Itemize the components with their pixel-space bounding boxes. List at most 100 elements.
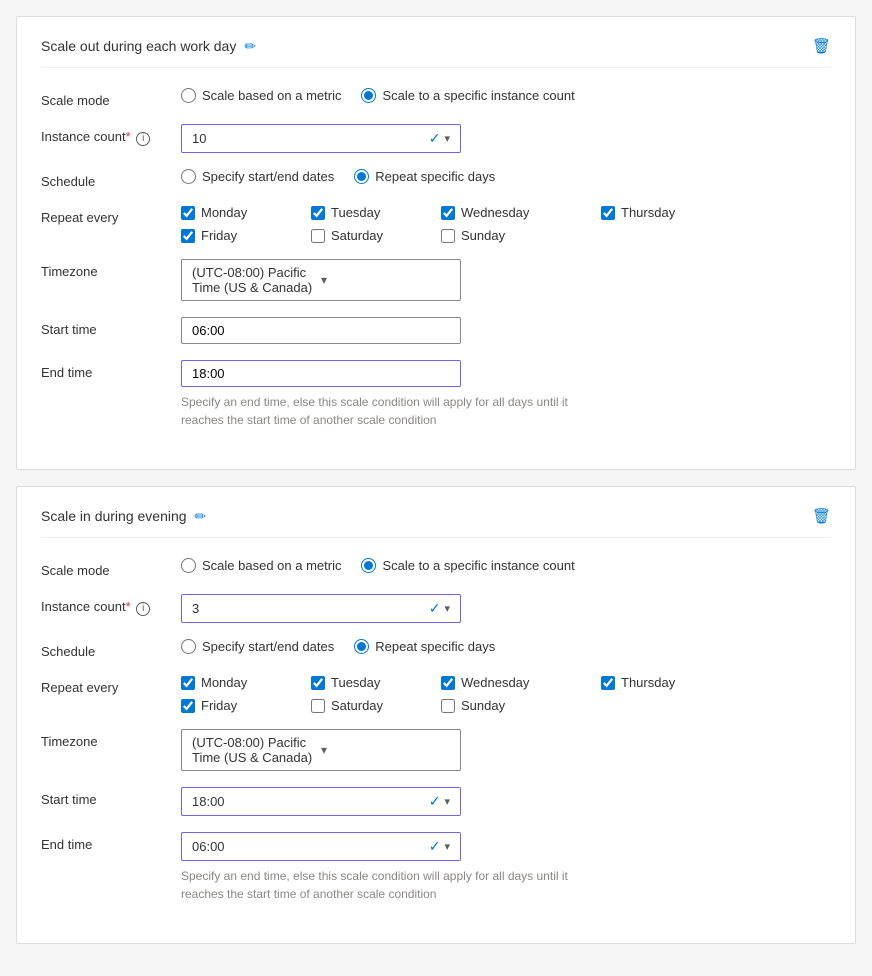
card2-end-time-value: 06:00 xyxy=(192,839,429,854)
card1-specify-dates-option[interactable]: Specify start/end dates xyxy=(181,169,334,184)
card2-chevron-icon: ▾ xyxy=(444,602,450,615)
card1-day-sunday[interactable]: Sunday xyxy=(441,228,601,243)
card1-repeat-specific-radio[interactable] xyxy=(354,169,369,184)
card1-start-time-control xyxy=(181,317,831,344)
card1-end-time-input[interactable] xyxy=(181,360,461,387)
card2-end-time-select[interactable]: 06:00 ✓ ▾ xyxy=(181,832,461,861)
card2-start-check-icon: ✓ xyxy=(429,793,441,810)
card1-day-tuesday[interactable]: Tuesday xyxy=(311,205,441,220)
card2-end-time-row: End time 06:00 ✓ ▾ Specify an end time, … xyxy=(41,832,831,903)
card2-end-chevron-icon: ▾ xyxy=(444,840,450,853)
card2-scale-based-radio[interactable] xyxy=(181,558,196,573)
card2-day-tuesday[interactable]: Tuesday xyxy=(311,675,441,690)
card2-monday-label: Monday xyxy=(201,675,247,690)
card2-thursday-label: Thursday xyxy=(621,675,675,690)
card1-saturday-checkbox[interactable] xyxy=(311,229,325,243)
card1-title-text: Scale out during each work day xyxy=(41,38,236,54)
card1-scale-based-radio[interactable] xyxy=(181,88,196,103)
card2-monday-checkbox[interactable] xyxy=(181,676,195,690)
card1-edit-icon[interactable]: ✏ xyxy=(244,38,256,55)
card1-schedule-control: Specify start/end dates Repeat specific … xyxy=(181,169,831,184)
card2-sunday-checkbox[interactable] xyxy=(441,699,455,713)
card2-timezone-control: (UTC-08:00) Pacific Time (US & Canada) ▾ xyxy=(181,729,831,771)
card1-scale-mode-row: Scale mode Scale based on a metric Scale… xyxy=(41,88,831,108)
card2-specify-dates-option[interactable]: Specify start/end dates xyxy=(181,639,334,654)
card2-end-time-label: End time xyxy=(41,832,181,852)
card1-day-saturday[interactable]: Saturday xyxy=(311,228,441,243)
card2-day-monday[interactable]: Monday xyxy=(181,675,311,690)
card1-tuesday-label: Tuesday xyxy=(331,205,380,220)
card2-scale-based-option[interactable]: Scale based on a metric xyxy=(181,558,341,573)
card2-repeat-every-row: Repeat every Monday Tuesday Wednesday Th… xyxy=(41,675,831,713)
card2-sunday-label: Sunday xyxy=(461,698,505,713)
card1-scale-specific-radio[interactable] xyxy=(361,88,376,103)
card2-scale-based-label: Scale based on a metric xyxy=(202,558,341,573)
card1-monday-checkbox[interactable] xyxy=(181,206,195,220)
card1-thursday-checkbox[interactable] xyxy=(601,206,615,220)
card1-instance-value: 10 xyxy=(192,131,429,146)
card1-wednesday-checkbox[interactable] xyxy=(441,206,455,220)
card2-header: Scale in during evening ✏ 🗑 xyxy=(41,507,831,538)
card1-sunday-checkbox[interactable] xyxy=(441,229,455,243)
card2-repeat-specific-radio[interactable] xyxy=(354,639,369,654)
card1-start-time-input[interactable] xyxy=(181,317,461,344)
card1-timezone-select[interactable]: (UTC-08:00) Pacific Time (US & Canada) ▾ xyxy=(181,259,461,301)
card1-end-time-label: End time xyxy=(41,360,181,380)
card1-repeat-specific-option[interactable]: Repeat specific days xyxy=(354,169,495,184)
card1-scale-specific-option[interactable]: Scale to a specific instance count xyxy=(361,88,574,103)
card1-scale-mode-label: Scale mode xyxy=(41,88,181,108)
card1-friday-checkbox[interactable] xyxy=(181,229,195,243)
card2-instance-select[interactable]: 3 ✓ ▾ xyxy=(181,594,461,623)
card2-checkbox-group: Monday Tuesday Wednesday Thursday Friday xyxy=(181,675,831,713)
card2-day-saturday[interactable]: Saturday xyxy=(311,698,441,713)
card2-scale-specific-radio[interactable] xyxy=(361,558,376,573)
card2-timezone-select[interactable]: (UTC-08:00) Pacific Time (US & Canada) ▾ xyxy=(181,729,461,771)
card2-title: Scale in during evening ✏ xyxy=(41,508,206,525)
card2-edit-icon[interactable]: ✏ xyxy=(195,508,207,525)
card2-day-sunday[interactable]: Sunday xyxy=(441,698,601,713)
card2-schedule-row: Schedule Specify start/end dates Repeat … xyxy=(41,639,831,659)
card1-schedule-label: Schedule xyxy=(41,169,181,189)
card1-scale-based-option[interactable]: Scale based on a metric xyxy=(181,88,341,103)
card2-instance-count-row: Instance count* i 3 ✓ ▾ xyxy=(41,594,831,623)
card2-thursday-checkbox[interactable] xyxy=(601,676,615,690)
card2-day-friday[interactable]: Friday xyxy=(181,698,311,713)
card2-delete-icon[interactable]: 🗑 xyxy=(812,507,831,525)
card2-friday-checkbox[interactable] xyxy=(181,699,195,713)
card2-instance-control: 3 ✓ ▾ xyxy=(181,594,831,623)
card2-repeat-specific-option[interactable]: Repeat specific days xyxy=(354,639,495,654)
scale-out-card: Scale out during each work day ✏ 🗑 Scale… xyxy=(16,16,856,470)
card2-scale-mode-label: Scale mode xyxy=(41,558,181,578)
card1-schedule-row: Schedule Specify start/end dates Repeat … xyxy=(41,169,831,189)
card2-friday-label: Friday xyxy=(201,698,237,713)
card1-instance-info-icon[interactable]: i xyxy=(136,132,150,146)
card2-start-time-select[interactable]: 18:00 ✓ ▾ xyxy=(181,787,461,816)
card2-instance-value: 3 xyxy=(192,601,429,616)
card2-instance-info-icon[interactable]: i xyxy=(136,602,150,616)
card2-hint-text: Specify an end time, else this scale con… xyxy=(181,867,601,903)
card2-check-icon: ✓ xyxy=(429,600,441,617)
card1-repeat-every-row: Repeat every Monday Tuesday Wednesday Th… xyxy=(41,205,831,243)
card2-instance-label: Instance count* i xyxy=(41,594,181,616)
card2-tuesday-checkbox[interactable] xyxy=(311,676,325,690)
card2-specify-dates-radio[interactable] xyxy=(181,639,196,654)
card2-scale-specific-option[interactable]: Scale to a specific instance count xyxy=(361,558,574,573)
card2-schedule-control: Specify start/end dates Repeat specific … xyxy=(181,639,831,654)
card1-delete-icon[interactable]: 🗑 xyxy=(812,37,831,55)
card1-day-wednesday[interactable]: Wednesday xyxy=(441,205,601,220)
card1-day-thursday[interactable]: Thursday xyxy=(601,205,731,220)
card1-day-friday[interactable]: Friday xyxy=(181,228,311,243)
card1-end-time-control: Specify an end time, else this scale con… xyxy=(181,360,831,429)
card2-day-thursday[interactable]: Thursday xyxy=(601,675,731,690)
card2-wednesday-label: Wednesday xyxy=(461,675,529,690)
card2-timezone-value: (UTC-08:00) Pacific Time (US & Canada) xyxy=(192,735,321,765)
card1-specify-dates-radio[interactable] xyxy=(181,169,196,184)
card2-days-control: Monday Tuesday Wednesday Thursday Friday xyxy=(181,675,831,713)
card1-instance-select[interactable]: 10 ✓ ▾ xyxy=(181,124,461,153)
card2-day-wednesday[interactable]: Wednesday xyxy=(441,675,601,690)
card2-wednesday-checkbox[interactable] xyxy=(441,676,455,690)
card2-saturday-checkbox[interactable] xyxy=(311,699,325,713)
card1-start-time-row: Start time xyxy=(41,317,831,344)
card1-tuesday-checkbox[interactable] xyxy=(311,206,325,220)
card1-day-monday[interactable]: Monday xyxy=(181,205,311,220)
